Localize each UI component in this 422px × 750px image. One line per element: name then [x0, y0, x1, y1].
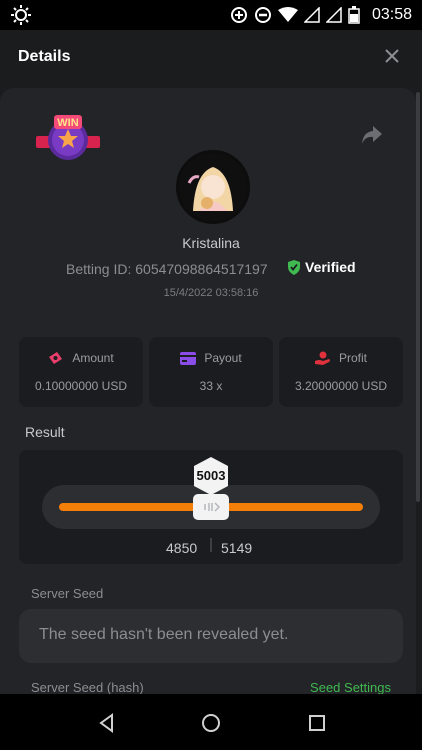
battery-icon	[348, 6, 360, 24]
stat-amount-value: 0.10000000 USD	[34, 379, 128, 393]
range-separator-icon	[210, 538, 212, 552]
avatar	[176, 150, 250, 224]
close-icon[interactable]	[382, 46, 402, 66]
page-title: Details	[18, 48, 71, 65]
win-badge: WIN	[36, 115, 100, 160]
hand-coin-icon	[314, 351, 330, 365]
result-value: 5003	[196, 468, 226, 483]
stat-profit: Profit 3.20000000 USD	[279, 337, 403, 407]
status-icons	[230, 6, 360, 24]
stat-profit-value: 3.20000000 USD	[294, 379, 388, 393]
shield-check-icon	[288, 259, 300, 275]
username: Kristalina	[182, 235, 240, 251]
result-range-low: 4850	[166, 540, 198, 556]
stat-payout: Payout 33 x	[149, 337, 273, 407]
server-seed-placeholder: The seed hasn't been revealed yet.	[39, 626, 289, 643]
result-label: Result	[25, 424, 65, 440]
recents-icon[interactable]	[306, 712, 328, 734]
details-header: Details	[0, 30, 422, 85]
seed-settings-link[interactable]: Seed Settings	[310, 680, 391, 695]
server-seed-label: Server Seed	[31, 586, 104, 601]
stat-amount-label: Amount	[72, 351, 114, 365]
wifi-icon	[278, 7, 298, 22]
win-badge-label: WIN	[57, 117, 78, 129]
stat-payout-label: Payout	[204, 351, 242, 365]
stat-profit-label: Profit	[338, 351, 367, 365]
clock: 03:58	[371, 6, 412, 23]
server-seed-field[interactable]: The seed hasn't been revealed yet.	[19, 609, 403, 663]
money-icon	[49, 352, 63, 364]
card-icon	[180, 351, 197, 365]
betting-id: Betting ID: 60547098864517197	[66, 261, 268, 277]
stat-amount: Amount 0.10000000 USD	[19, 337, 143, 407]
back-icon[interactable]	[96, 712, 118, 734]
dnd-icon	[255, 7, 271, 23]
data-saver-icon	[231, 7, 247, 23]
home-icon[interactable]	[200, 712, 222, 734]
drag-handle-icon	[204, 502, 221, 512]
share-icon[interactable]	[360, 124, 384, 146]
stat-payout-value: 33 x	[199, 379, 223, 393]
verified-badge: Verified	[287, 259, 356, 275]
status-bar: 03:58	[0, 0, 422, 30]
bet-datetime: 15/4/2022 03:58:16	[163, 287, 259, 299]
brightness-icon	[11, 5, 31, 25]
verified-label: Verified	[305, 259, 356, 275]
result-slider-handle[interactable]	[193, 494, 229, 520]
signal-icon-2	[326, 7, 342, 23]
android-nav-bar	[0, 694, 422, 750]
result-range-high: 5149	[221, 540, 253, 556]
avatar-image	[179, 153, 247, 221]
server-seed-hash-label: Server Seed (hash)	[31, 680, 144, 695]
signal-icon	[304, 7, 320, 23]
